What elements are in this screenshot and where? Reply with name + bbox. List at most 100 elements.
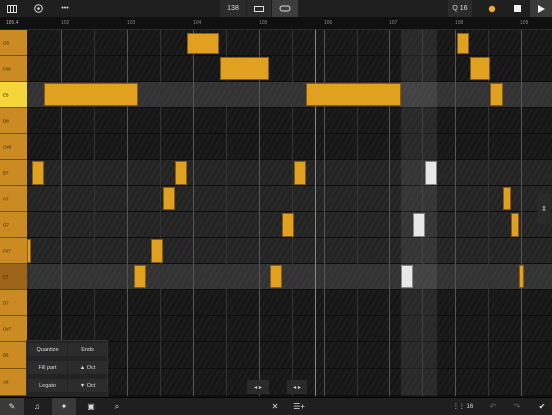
key-b7[interactable]: B7 — [0, 160, 27, 186]
key-a7[interactable]: A7 — [0, 186, 27, 212]
note[interactable] — [519, 265, 524, 288]
add-track-button[interactable]: ☰+ — [288, 398, 310, 415]
note[interactable] — [187, 33, 219, 54]
piano-roll-icon — [7, 4, 17, 13]
more-button[interactable]: ••• — [56, 0, 74, 17]
quantize-button[interactable]: Q 16 — [448, 0, 472, 17]
piano-roll-button[interactable] — [4, 0, 20, 17]
note[interactable] — [270, 265, 282, 288]
key-fs8[interactable]: F#8 — [0, 56, 27, 82]
key-d7[interactable]: D7 — [0, 290, 27, 316]
pencil-tool-button[interactable]: ✎ — [0, 398, 24, 415]
grid-row — [27, 316, 552, 342]
close-icon: ✕ — [271, 402, 279, 411]
timeline-ruler[interactable]: 185.4 102 103 104 105 106 107 108 109 — [0, 17, 552, 30]
undo-button[interactable]: ↶ — [484, 398, 502, 415]
grid-row — [27, 30, 552, 56]
note-tool-button[interactable]: ♫ — [26, 398, 48, 415]
nav-right-button[interactable]: ◂ ▸ — [287, 380, 307, 394]
note[interactable] — [511, 213, 519, 237]
key-label: E7 — [3, 274, 9, 279]
undo-icon: ↶ — [489, 402, 497, 411]
beat-line — [226, 30, 227, 396]
key-e7[interactable]: E7 — [0, 264, 27, 290]
bar-line — [193, 30, 194, 396]
done-button[interactable]: ✔ — [532, 398, 552, 415]
note[interactable] — [151, 239, 163, 263]
note-selected[interactable] — [425, 161, 437, 185]
clip-button[interactable]: ▣ — [80, 398, 102, 415]
note[interactable] — [163, 187, 175, 210]
grid-row — [27, 238, 552, 264]
beat-line — [488, 30, 489, 396]
key-e8[interactable]: E8 — [0, 82, 27, 108]
key-label: A7 — [3, 196, 9, 201]
checkmark-icon: ✔ — [538, 402, 546, 411]
grid-row — [27, 290, 552, 316]
magic-wand-button[interactable]: ✦ — [52, 398, 76, 415]
add-list-icon: ☰+ — [293, 402, 305, 411]
grid-size-button[interactable]: ⋮⋮ 16 — [452, 398, 474, 415]
note[interactable] — [32, 161, 44, 185]
keyboard-icon — [254, 5, 264, 12]
note[interactable] — [470, 57, 490, 80]
note[interactable] — [490, 83, 503, 106]
fill-part-button[interactable]: Fill part — [28, 361, 67, 374]
note[interactable] — [503, 187, 511, 210]
bar-line — [521, 30, 522, 396]
octave-up-button[interactable]: ▲ Oct — [68, 361, 107, 374]
tempo-value: 138 — [227, 5, 239, 12]
metronome-button[interactable] — [247, 0, 271, 17]
note[interactable] — [44, 83, 138, 106]
key-label: E8 — [3, 92, 9, 97]
tempo-button[interactable]: 138 — [220, 0, 246, 17]
key-b6[interactable]: B6 — [0, 342, 27, 369]
key-label: G7 — [3, 222, 10, 227]
note[interactable] — [220, 57, 269, 80]
redo-icon: ↷ — [513, 402, 521, 411]
position-readout: 185.4 — [6, 20, 19, 26]
delete-button[interactable]: ✕ — [266, 398, 284, 415]
more-icon: ••• — [61, 5, 69, 12]
note[interactable] — [457, 33, 469, 54]
grid-row — [27, 134, 552, 160]
key-g7[interactable]: G7 — [0, 212, 27, 238]
key-cs7[interactable]: C#7 — [0, 316, 27, 342]
zoom-button[interactable]: ⌕ — [106, 398, 128, 415]
quantize-menu-button[interactable]: Quantize — [28, 343, 67, 356]
key-cs8[interactable]: C#8 — [0, 134, 27, 160]
play-button[interactable] — [530, 0, 552, 17]
grid-row — [27, 160, 552, 186]
loop-button[interactable] — [272, 0, 298, 17]
settings-icon — [33, 4, 43, 13]
key-g8[interactable]: G8 — [0, 30, 27, 56]
key-label: C#8 — [3, 144, 12, 149]
note[interactable] — [134, 265, 146, 288]
note[interactable] — [175, 161, 187, 185]
note[interactable] — [294, 161, 306, 185]
note-selected[interactable] — [413, 213, 425, 237]
note[interactable] — [282, 213, 294, 237]
note[interactable] — [306, 83, 401, 106]
vertical-scroll-handle[interactable]: ⇕ — [537, 194, 551, 224]
ends-menu-button[interactable]: Ends — [68, 343, 107, 356]
record-button[interactable] — [482, 0, 502, 17]
stop-button[interactable] — [508, 0, 526, 17]
key-label: F#7 — [3, 248, 11, 253]
nav-left-button[interactable]: ◂ ▸ — [247, 380, 269, 394]
key-d8[interactable]: D8 — [0, 108, 27, 134]
piano-keyboard: G8 F#8 E8 D8 C#8 B7 A7 G7 F#7 E7 D7 C#7 … — [0, 30, 27, 396]
redo-button[interactable]: ↷ — [508, 398, 526, 415]
beat-line — [160, 30, 161, 396]
note[interactable] — [27, 239, 31, 263]
legato-button[interactable]: Legato — [28, 379, 67, 392]
key-fs7[interactable]: F#7 — [0, 238, 27, 264]
octave-down-button[interactable]: ▼ Oct — [68, 379, 107, 392]
key-label: G8 — [3, 40, 10, 45]
bottom-toolbar: ✎ ♫ ✦ ▣ ⌕ ✕ ☰+ ⋮⋮ 16 ↶ ↷ ✔ — [0, 397, 552, 415]
note-selected[interactable] — [401, 265, 413, 288]
settings-button[interactable] — [30, 0, 46, 17]
grid-row — [27, 108, 552, 134]
grid-icon: ⋮⋮ — [452, 404, 467, 410]
key-a6[interactable]: A6 — [0, 369, 27, 396]
